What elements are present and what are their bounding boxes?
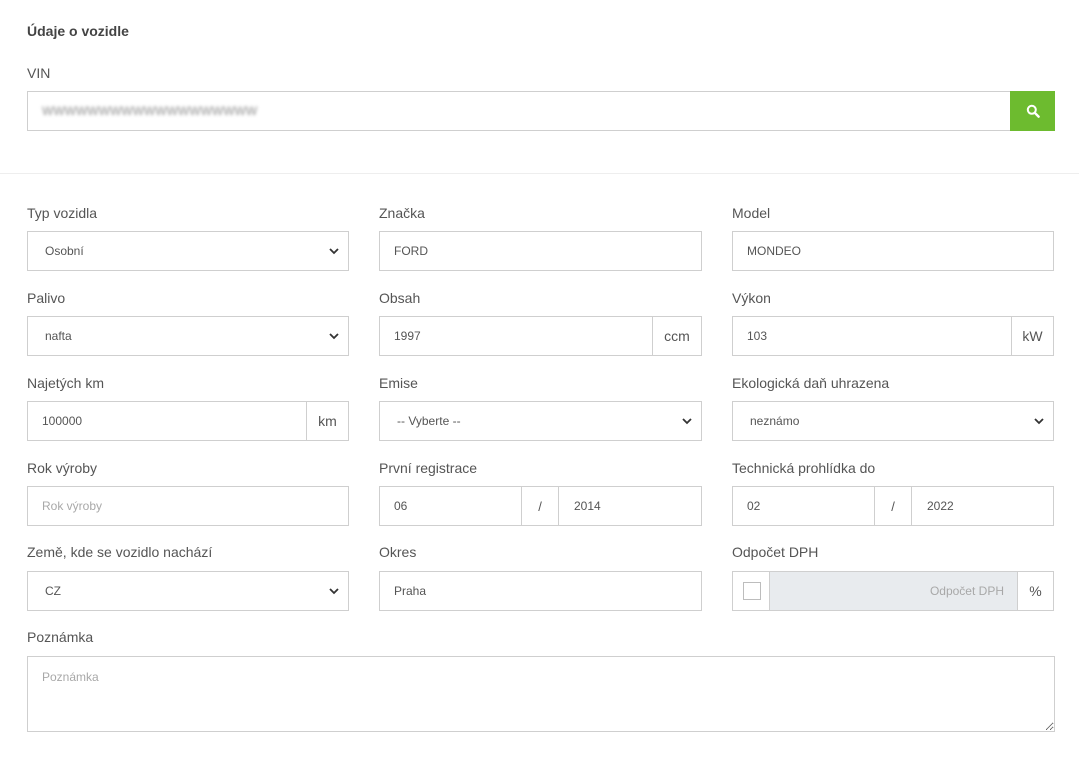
- chevron-down-icon: [329, 248, 339, 255]
- prvni-registrace-month[interactable]: 06: [394, 499, 407, 513]
- odpocet-dph-placeholder: Odpočet DPH: [929, 584, 1004, 598]
- model-value: MONDEO: [747, 244, 801, 258]
- obsah-value: 1997: [394, 329, 421, 343]
- typ-vozidla-label: Typ vozidla: [27, 205, 98, 221]
- search-icon: [1026, 104, 1040, 118]
- najete-km-unit: km: [306, 402, 348, 440]
- stk-month[interactable]: 02: [747, 499, 760, 513]
- stk-year[interactable]: 2022: [927, 499, 954, 513]
- obsah-unit: ccm: [652, 317, 701, 355]
- chevron-down-icon: [329, 588, 339, 595]
- odpocet-dph-group: Odpočet DPH %: [732, 571, 1054, 611]
- palivo-label: Palivo: [27, 290, 66, 306]
- poznamka-textarea[interactable]: [27, 656, 1055, 732]
- rok-vyroby-label: Rok výroby: [27, 460, 98, 476]
- model-label: Model: [732, 205, 771, 221]
- okres-label: Okres: [379, 544, 417, 560]
- vin-input[interactable]: WWWWWWWWWWWWWWWWWWW: [27, 91, 1011, 131]
- poznamka-label: Poznámka: [27, 629, 94, 645]
- stk-group: 02 / 2022: [732, 486, 1054, 526]
- odpocet-dph-checkbox-cell: [733, 572, 770, 610]
- prvni-registrace-label: První registrace: [379, 460, 478, 476]
- section-divider: [0, 173, 1079, 174]
- emise-value: -- Vyberte --: [397, 414, 461, 428]
- palivo-select[interactable]: nafta: [27, 316, 349, 356]
- rok-vyroby-placeholder: Rok výroby: [42, 499, 103, 513]
- typ-vozidla-value: Osobní: [45, 244, 84, 258]
- chevron-down-icon: [1034, 418, 1044, 425]
- odpocet-dph-label: Odpočet DPH: [732, 544, 819, 560]
- znacka-label: Značka: [379, 205, 425, 221]
- obsah-label: Obsah: [379, 290, 421, 306]
- okres-value: Praha: [394, 584, 427, 598]
- najete-km-label: Najetých km: [27, 375, 105, 391]
- zeme-value: CZ: [45, 584, 61, 598]
- eko-dan-label: Ekologická daň uhrazena: [732, 375, 890, 391]
- chevron-down-icon: [682, 418, 692, 425]
- znacka-input[interactable]: FORD: [379, 231, 702, 271]
- chevron-down-icon: [329, 333, 339, 340]
- obsah-input[interactable]: 1997 ccm: [379, 316, 702, 356]
- vykon-label: Výkon: [732, 290, 771, 306]
- eko-dan-value: neznámo: [750, 414, 800, 428]
- palivo-value: nafta: [45, 329, 72, 343]
- eko-dan-select[interactable]: neznámo: [732, 401, 1054, 441]
- zeme-label: Země, kde se vozidlo nachází: [27, 544, 213, 560]
- vin-label: VIN: [27, 65, 51, 81]
- prvni-registrace-year[interactable]: 2014: [574, 499, 601, 513]
- odpocet-dph-checkbox[interactable]: [743, 582, 761, 600]
- vin-value-blurred: WWWWWWWWWWWWWWWWWWW: [42, 104, 258, 118]
- najete-km-value: 100000: [42, 414, 83, 428]
- prvni-registrace-group: 06 / 2014: [379, 486, 702, 526]
- zeme-select[interactable]: CZ: [27, 571, 349, 611]
- emise-select[interactable]: -- Vyberte --: [379, 401, 702, 441]
- rok-vyroby-input[interactable]: Rok výroby: [27, 486, 349, 526]
- stk-label: Technická prohlídka do: [732, 460, 876, 476]
- najete-km-input[interactable]: 100000 km: [27, 401, 349, 441]
- section-title: Údaje o vozidle: [27, 23, 129, 39]
- vykon-input[interactable]: 103 kW: [732, 316, 1054, 356]
- znacka-value: FORD: [394, 244, 428, 258]
- emise-label: Emise: [379, 375, 418, 391]
- vykon-value: 103: [747, 329, 768, 343]
- prvni-registrace-separator: /: [521, 487, 559, 525]
- odpocet-dph-input: Odpočet DPH: [770, 572, 1018, 610]
- model-input[interactable]: MONDEO: [732, 231, 1054, 271]
- vin-search-button[interactable]: [1010, 91, 1055, 131]
- stk-separator: /: [874, 487, 912, 525]
- okres-input[interactable]: Praha: [379, 571, 702, 611]
- odpocet-dph-unit: %: [1017, 572, 1053, 610]
- vykon-unit: kW: [1011, 317, 1053, 355]
- typ-vozidla-select[interactable]: Osobní: [27, 231, 349, 271]
